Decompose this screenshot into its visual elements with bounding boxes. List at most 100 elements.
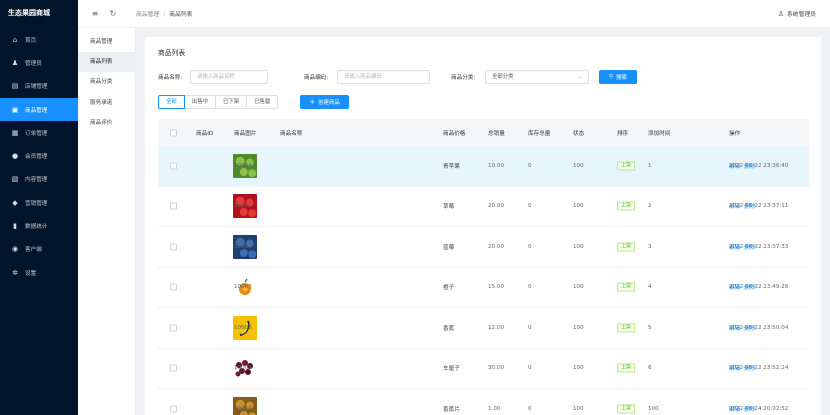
column-header-1: 商品图片	[234, 130, 257, 137]
status-tabs: 全部 出售中 已下架 已售罄	[158, 95, 279, 109]
sidebar-item-2[interactable]: ▤ 店铺管理	[0, 75, 78, 98]
submenu-item-4[interactable]: 商品评价	[78, 113, 135, 133]
row-checkbox[interactable]	[170, 405, 177, 413]
edit-link[interactable]: 编辑	[729, 204, 740, 210]
table-row[interactable]: 10007 橙子 15.00 0 100 4 2022-06-22 23:49:26 上架 编辑…	[158, 267, 809, 308]
row-checkbox[interactable]	[170, 202, 177, 210]
submenu-item-3[interactable]: 服务承诺	[78, 93, 135, 113]
goods-id: 10005	[234, 203, 252, 210]
status-badge: 上架	[617, 404, 636, 414]
column-header-5: 库存总量	[528, 130, 551, 137]
submenu-item-2[interactable]: 商品分类	[78, 72, 135, 92]
sidebar-item-label: 客户端	[25, 247, 42, 254]
breadcrumb: 商品管理 / 商品列表	[136, 12, 193, 18]
sidebar-item-7[interactable]: ◆ 营销管理	[0, 191, 78, 214]
sidebar-item-label: 内容管理	[25, 177, 48, 184]
row-checkbox[interactable]	[170, 283, 177, 291]
tab-2[interactable]: 已下架	[214, 95, 248, 109]
submenu: 商品管理 商品列表 商品分类 服务承诺 商品评价	[78, 28, 136, 415]
goods-stock: 100	[573, 365, 584, 372]
goods-sort: 100	[648, 405, 659, 412]
sidebar-item-0[interactable]: ⌂ 首页	[0, 28, 78, 51]
sidebar-item-label: 订单管理	[25, 130, 48, 137]
settings-gear-icon: ✲	[12, 268, 18, 277]
row-checkbox[interactable]	[170, 162, 177, 170]
goods-price: 30.00	[488, 365, 505, 372]
member-icon: ●	[11, 152, 19, 161]
select-all-checkbox[interactable]	[170, 129, 177, 136]
sidebar-item-10[interactable]: ✲ 设置	[0, 261, 78, 284]
name-filter-input[interactable]: 请输入商品名称	[190, 70, 268, 84]
table-row[interactable]: 10004 青苹果 10.00 0 100 1 2022-06-22 23:36:40 上架编…	[158, 146, 809, 187]
tab-0[interactable]: 全部	[158, 95, 185, 109]
sidebar-item-label: 管理员	[25, 60, 42, 67]
status-badge: 上架	[617, 323, 636, 333]
goods-name: 橙子	[443, 285, 455, 292]
goods-name: 青苹果	[443, 163, 460, 170]
tab-1[interactable]: 出售中	[183, 95, 216, 109]
row-checkbox[interactable]	[170, 364, 177, 372]
table-row[interactable]: 10008 香蕉 12.00 0 100 5 2022-06-22 23:50:04 上架 编辑…	[158, 308, 809, 349]
store-icon: ▤	[11, 82, 19, 91]
table-row[interactable]: 10005 草莓 20.00 0 100 2 2022-06-22 23:37:11 上架 编辑…	[158, 186, 809, 227]
goods-sales: 0	[528, 284, 532, 291]
delete-link[interactable]: 删除	[744, 407, 755, 413]
edit-link[interactable]: 编辑	[729, 164, 740, 170]
name-filter-label: 商品名称:	[158, 75, 183, 81]
table-row[interactable]: 10006 蓝莓 20.00 0 100 3 2022-06-22 23:37:33 上架 编辑…	[158, 227, 809, 268]
category-select[interactable]: 全部分类 ⌄	[485, 70, 589, 84]
refresh-icon[interactable]: ↻	[108, 9, 118, 19]
row-checkbox[interactable]	[170, 324, 177, 332]
user-icon: ♙	[777, 9, 784, 18]
sidebar-item-4[interactable]: ▦ 订单管理	[0, 121, 78, 144]
create-goods-button[interactable]: + 创建商品	[300, 95, 349, 109]
user-menu[interactable]: ♙ 系统管理员	[777, 9, 816, 19]
row-actions: 编辑 删除	[729, 283, 759, 291]
search-button[interactable]: ⚲ 搜索	[599, 70, 637, 84]
home-icon: ⌂	[12, 35, 18, 44]
goods-id: 10009	[234, 365, 252, 372]
delete-link[interactable]: 删除	[744, 366, 755, 372]
sidebar-item-3[interactable]: ▣ 商品管理	[0, 97, 78, 122]
goods-stock: 100	[573, 405, 584, 412]
row-actions: 编辑 删除	[729, 243, 759, 251]
goods-id: 10014	[234, 405, 252, 412]
sidebar-item-8[interactable]: ▮ 数据统计	[0, 214, 78, 237]
delete-link[interactable]: 删除	[744, 164, 755, 170]
row-checkbox[interactable]	[170, 243, 177, 251]
submenu-item-0[interactable]: 商品管理	[78, 32, 135, 52]
sidebar-item-9[interactable]: ◉ 客户端	[0, 238, 78, 261]
edit-link[interactable]: 编辑	[729, 407, 740, 413]
topbar: ≡ ↻ 商品管理 / 商品列表 ♙ 系统管理员	[78, 0, 830, 28]
tab-3[interactable]: 已售罄	[246, 95, 279, 109]
edit-link[interactable]: 编辑	[729, 326, 740, 332]
submenu-item-1[interactable]: 商品列表	[78, 52, 135, 73]
sidebar-item-5[interactable]: ● 会员管理	[0, 144, 78, 167]
delete-link[interactable]: 删除	[744, 285, 755, 291]
sidebar-item-label: 商品管理	[25, 107, 48, 114]
table-row[interactable]: 10009 车厘子 30.00 0 100 6 2022-06-22 23:52:24 上架编…	[158, 348, 809, 389]
delete-link[interactable]: 删除	[744, 204, 755, 210]
edit-link[interactable]: 编辑	[729, 366, 740, 372]
goods-sort: 2	[648, 203, 652, 210]
status-badge: 上架	[617, 201, 636, 211]
delete-link[interactable]: 删除	[744, 326, 755, 332]
table-body: 10004 青苹果 10.00 0 100 1 2022-06-22 23:36:40 上架编…	[158, 146, 809, 415]
row-actions: 编辑 删除	[729, 324, 759, 332]
sidebar-item-6[interactable]: ▧ 内容管理	[0, 168, 78, 191]
column-header-0: 商品ID	[196, 130, 214, 137]
edit-link[interactable]: 编辑	[729, 245, 740, 251]
table-row[interactable]: 10014 香蕉片 1.00 0 100 100 2022-06-24 20:02:52 上架…	[158, 389, 809, 415]
goods-stock: 100	[573, 284, 584, 291]
sidebar-item-1[interactable]: ♟ 管理员	[0, 51, 78, 74]
breadcrumb-item-goods-management[interactable]: 商品管理	[136, 12, 159, 18]
sidebar-item-label: 首页	[25, 37, 37, 44]
sidebar-nav: ⌂ 首页 ♟ 管理员 ▤ 店铺管理 ▣ 商品管理 ▦ 订单管理 ● 会员管理 ▧ 内容管理 ◆ 营销管理 ▮ 数据…	[0, 28, 78, 284]
code-filter-input[interactable]: 请输入商品编码	[337, 70, 430, 84]
delete-link[interactable]: 删除	[744, 245, 755, 251]
menu-toggle-icon[interactable]: ≡	[90, 9, 100, 19]
goods-sort: 4	[648, 284, 652, 291]
goods-id: 10007	[234, 284, 252, 291]
client-icon: ◉	[11, 245, 19, 254]
edit-link[interactable]: 编辑	[729, 285, 740, 291]
